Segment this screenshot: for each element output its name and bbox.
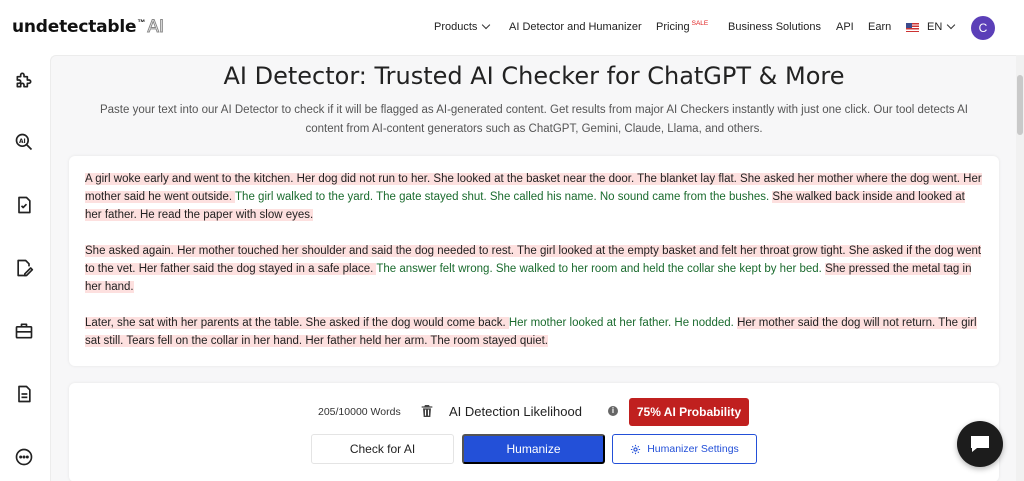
document-edit-icon[interactable] (14, 258, 34, 278)
logo-trademark: ™ (137, 18, 146, 27)
page-subtitle: Paste your text into our AI Detector to … (99, 104, 969, 135)
humanizer-settings-label: Humanizer Settings (647, 443, 739, 455)
chevron-down-icon (482, 20, 491, 30)
info-icon[interactable]: i (608, 406, 618, 416)
chevron-down-icon (947, 20, 956, 30)
us-flag-icon (906, 23, 919, 32)
humanize-button[interactable]: Humanize (462, 434, 605, 464)
sidebar: AI (0, 55, 50, 481)
nav-business-solutions[interactable]: Business Solutions (728, 21, 821, 33)
logo[interactable]: undetectable ™ AI (12, 17, 165, 38)
logo-ai: AI (147, 17, 165, 38)
logo-text: undetectable (12, 17, 137, 37)
main-content: AI Detector: Trusted AI Checker for Chat… (50, 55, 1016, 481)
search-ai-icon[interactable]: AI (14, 132, 34, 152)
text-paragraph: Later, she sat with her parents at the t… (85, 314, 983, 350)
puzzle-icon[interactable] (14, 70, 34, 90)
nav-earn[interactable]: Earn (868, 21, 891, 33)
trash-icon[interactable] (419, 402, 435, 420)
text-paragraph: She asked again. Her mother touched her … (85, 242, 983, 296)
word-count: 205/10000 Words (318, 406, 401, 418)
top-navigation: undetectable ™ AI Products AI Detector a… (0, 0, 1024, 55)
scroll-thumb[interactable] (1017, 75, 1023, 135)
humanizer-settings-button[interactable]: Humanizer Settings (612, 434, 757, 464)
gear-icon (631, 444, 641, 454)
nav-products-label: Products (434, 21, 478, 33)
ai-flagged-segment: Later, she sat with her parents at the t… (85, 317, 509, 329)
scrollbar[interactable] (1016, 55, 1024, 481)
text-paragraph: A girl woke early and went to the kitche… (85, 170, 983, 224)
human-segment: Her mother looked at her father. He nodd… (508, 317, 738, 329)
svg-text:AI: AI (19, 139, 26, 145)
check-for-ai-button[interactable]: Check for AI (311, 434, 454, 464)
text-input-area[interactable]: A girl woke early and went to the kitche… (69, 156, 999, 366)
document-lines-icon[interactable] (14, 384, 34, 404)
sale-badge: SALE (691, 20, 709, 27)
language-selector[interactable]: EN (927, 20, 956, 33)
ai-probability-badge: 75% AI Probability (629, 398, 749, 426)
nav-pricing[interactable]: Pricing SALE (656, 20, 709, 33)
document-check-icon[interactable] (14, 195, 34, 215)
detection-likelihood-label: AI Detection Likelihood (449, 404, 582, 419)
human-segment: The answer felt wrong. She walked to her… (376, 263, 826, 275)
action-panel: 205/10000 Words AI Detection Likelihood … (69, 383, 999, 481)
language-label: EN (927, 21, 943, 33)
chat-icon (971, 436, 989, 452)
nav-ai-detector[interactable]: AI Detector and Humanizer (509, 21, 642, 33)
chat-support-button[interactable] (957, 421, 1003, 467)
nav-products[interactable]: Products (434, 20, 491, 33)
nav-api[interactable]: API (836, 21, 854, 33)
nav-pricing-label: Pricing (656, 21, 690, 33)
page-title: AI Detector: Trusted AI Checker for Chat… (223, 62, 845, 90)
avatar[interactable]: C (971, 16, 995, 40)
human-segment: The girl walked to the yard. The gate st… (235, 191, 773, 203)
more-icon[interactable] (14, 447, 34, 467)
briefcase-icon[interactable] (14, 321, 34, 341)
